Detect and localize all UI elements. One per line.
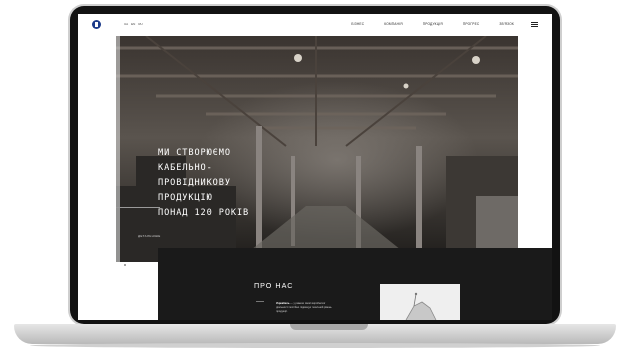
about-text: Укркабель — у рамках своєї виробничої ді… — [276, 302, 336, 314]
menu-icon[interactable] — [531, 22, 538, 27]
about-title: ПРО НАС — [254, 281, 294, 290]
about-section: ПРО НАС Укркабель — у рамках своєї вироб… — [158, 248, 552, 320]
lang-ru[interactable]: RU — [138, 22, 142, 26]
nav-business[interactable]: Бізнес — [351, 22, 364, 26]
main-nav: Бізнес Компанія Продукція Прогрес Зв'язо… — [351, 22, 514, 26]
laptop-notch — [290, 324, 368, 330]
site-logo[interactable] — [92, 20, 103, 29]
browser-screen: UA EN RU Бізнес Компанія Продукція Прогр… — [78, 14, 552, 320]
about-divider — [256, 301, 264, 302]
hero-title: МИ СТВОРЮЄМО КАБЕЛЬНО- ПРОВІДНИКОВУ ПРОД… — [158, 146, 278, 221]
about-photo-image — [380, 284, 460, 320]
hero-banner: МИ СТВОРЮЄМО КАБЕЛЬНО- ПРОВІДНИКОВУ ПРОД… — [116, 36, 518, 262]
hero-title-line: ПРОВІДНИКОВУ ПРОДУКЦІЮ — [158, 178, 231, 203]
nav-company[interactable]: Компанія — [384, 22, 402, 26]
nav-contacts[interactable]: Зв'язок — [499, 22, 514, 26]
nav-products[interactable]: Продукція — [423, 22, 443, 26]
hero-title-line: ПОНАД 120 РОКІВ — [158, 208, 250, 218]
about-lead: Укркабель — [276, 302, 290, 305]
language-switcher: UA EN RU — [124, 22, 143, 26]
hero-title-line: МИ СТВОРЮЄМО КАБЕЛЬНО- — [158, 148, 231, 173]
lang-en[interactable]: EN — [131, 22, 135, 26]
lang-ua[interactable]: UA — [124, 22, 128, 26]
about-photo — [380, 284, 460, 320]
hero-more-link[interactable]: ДЕТАЛЬНІШЕ — [138, 234, 161, 238]
laptop-base — [14, 324, 616, 344]
hero-divider — [116, 207, 160, 208]
logo-icon — [92, 20, 101, 29]
site-header: UA EN RU Бізнес Компанія Продукція Прогр… — [78, 14, 552, 36]
slider-dot[interactable] — [124, 264, 126, 266]
nav-progress[interactable]: Прогрес — [463, 22, 480, 26]
laptop-shadow — [30, 343, 600, 348]
